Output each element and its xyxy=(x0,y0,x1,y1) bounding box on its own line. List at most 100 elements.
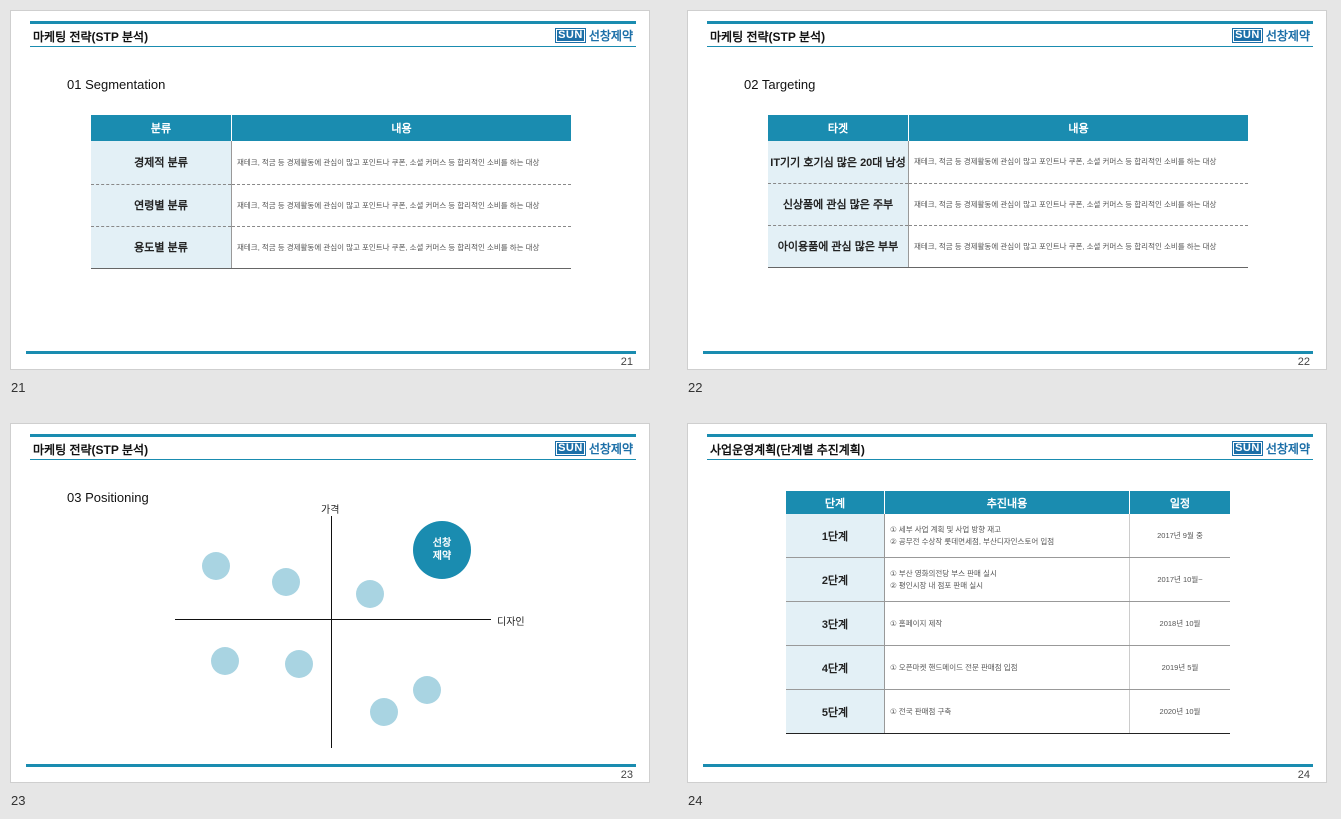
row-key: 아이용품에 관심 많은 부부 xyxy=(768,225,909,268)
company-logo: SUN 선창제약 xyxy=(1232,440,1310,457)
logo-name: 선창제약 xyxy=(1265,442,1310,456)
content-item: ② 평인시장 내 점포 판매 실시 xyxy=(890,580,984,590)
top-accent-bar xyxy=(707,21,1313,24)
bottom-accent-bar xyxy=(26,351,636,354)
section-heading: 03 Positioning xyxy=(67,490,149,505)
stage-content: ① 홈페이지 제작 xyxy=(884,601,1130,646)
competitor-dot xyxy=(356,580,384,608)
logo-name: 선창제약 xyxy=(588,29,633,43)
stage-content: ① 세부 사업 계획 및 사업 방향 재고 ② 공무전 수상작 롯데면세점, 부… xyxy=(884,514,1130,558)
x-axis xyxy=(175,619,491,620)
row-key: IT기기 호기심 많은 20대 남성 xyxy=(768,141,909,184)
page-number: 24 xyxy=(1297,769,1310,781)
stage-content: ① 부산 영화의전당 부스 판매 실시 ② 평인시장 내 점포 판매 실시 xyxy=(884,557,1130,602)
competitor-dot xyxy=(370,698,398,726)
x-axis-label: 디자인 xyxy=(497,617,525,628)
company-logo: SUN 선창제약 xyxy=(555,27,633,44)
top-accent-bar xyxy=(30,21,636,24)
row-key: 신상품에 관심 많은 주부 xyxy=(768,183,909,226)
competitor-dot xyxy=(272,568,300,596)
page-number: 21 xyxy=(620,356,633,368)
logo-box: SUN xyxy=(555,28,586,43)
table-header: 일정 xyxy=(1129,491,1230,514)
targeting-table: 타겟 내용 IT기기 호기심 많은 20대 남성 재테크, 적금 등 경제활동에… xyxy=(768,115,1248,268)
table-row: 3단계 ① 홈페이지 제작 2018년 10월 xyxy=(786,601,1230,646)
table-row: 1단계 ① 세부 사업 계획 및 사업 방향 재고 ② 공무전 수상작 롯데면세… xyxy=(786,514,1230,558)
competitor-dot xyxy=(285,650,313,678)
plan-table: 단계 추진내용 일정 1단계 ① 세부 사업 계획 및 사업 방향 재고 ② 공… xyxy=(786,491,1230,734)
row-value: 재테크, 적금 등 경제활동에 관심이 많고 포인트나 쿠폰, 소셜 커머스 등… xyxy=(231,226,571,269)
company-logo: SUN 선창제약 xyxy=(1232,27,1310,44)
content-item: ① 부산 영화의전당 부스 판매 실시 xyxy=(890,568,997,578)
logo-box: SUN xyxy=(555,441,586,456)
y-axis-label: 가격 xyxy=(321,505,340,516)
row-key: 연령별 분류 xyxy=(91,184,232,227)
page-number: 23 xyxy=(620,769,633,781)
row-value: 재테크, 적금 등 경제활동에 관심이 많고 포인트나 쿠폰, 소셜 커머스 등… xyxy=(908,141,1248,184)
competitor-dot xyxy=(413,676,441,704)
stage-date: 2017년 9월 중 xyxy=(1129,514,1230,558)
competitor-dot xyxy=(211,647,239,675)
table-row: 4단계 ① 오픈마켓 핸드메이드 전문 판매점 입점 2019년 5월 xyxy=(786,645,1230,690)
title-divider xyxy=(707,46,1313,47)
slide-title: 사업운영계획(단계별 추진계획) xyxy=(710,443,865,457)
table-header: 추진내용 xyxy=(884,491,1130,514)
logo-box: SUN xyxy=(1232,28,1263,43)
table-header: 내용 xyxy=(231,115,571,141)
slide-title: 마케팅 전략(STP 분석) xyxy=(710,30,826,44)
row-key: 용도별 분류 xyxy=(91,226,232,269)
table-header: 타겟 xyxy=(768,115,909,141)
stage-label: 1단계 xyxy=(786,514,885,558)
stage-date: 2018년 10월 xyxy=(1129,601,1230,646)
logo-box: SUN xyxy=(1232,441,1263,456)
slide-thumbnail-21[interactable]: 마케팅 전략(STP 분석) SUN 선창제약 01 Segmentation … xyxy=(10,10,650,370)
stage-label: 4단계 xyxy=(786,645,885,690)
table-header: 내용 xyxy=(908,115,1248,141)
row-value: 재테크, 적금 등 경제활동에 관심이 많고 포인트나 쿠폰, 소셜 커머스 등… xyxy=(908,183,1248,226)
table-header: 단계 xyxy=(786,491,885,514)
content-item: ① 전국 판매점 구축 xyxy=(890,706,952,716)
table-header: 분류 xyxy=(91,115,232,141)
page-number: 22 xyxy=(1297,356,1310,368)
row-key: 경제적 분류 xyxy=(91,141,232,185)
stage-label: 3단계 xyxy=(786,601,885,646)
section-heading: 02 Targeting xyxy=(744,77,816,92)
slide-index: 22 xyxy=(688,380,703,395)
bottom-accent-bar xyxy=(26,764,636,767)
slide-index: 24 xyxy=(688,793,703,808)
slide-thumbnail-24[interactable]: 사업운영계획(단계별 추진계획) SUN 선창제약 단계 추진내용 일정 1단계… xyxy=(687,423,1327,783)
segmentation-table: 분류 내용 경제적 분류 재테크, 적금 등 경제활동에 관심이 많고 포인트나… xyxy=(91,115,571,269)
company-logo: SUN 선창제약 xyxy=(555,440,633,457)
company-position-dot: 선창 제약 xyxy=(413,521,471,579)
slide-thumbnail-23[interactable]: 마케팅 전략(STP 분석) SUN 선창제약 03 Positioning 가… xyxy=(10,423,650,783)
slide-index: 23 xyxy=(11,793,26,808)
slide-title: 마케팅 전략(STP 분석) xyxy=(33,30,149,44)
competitor-dot xyxy=(202,552,230,580)
slide-title: 마케팅 전략(STP 분석) xyxy=(33,443,149,457)
title-divider xyxy=(30,459,636,460)
table-row: 5단계 ① 전국 판매점 구축 2020년 10월 xyxy=(786,689,1230,734)
stage-label: 2단계 xyxy=(786,557,885,602)
stage-date: 2017년 10월~ xyxy=(1129,557,1230,602)
content-item: ① 홈페이지 제작 xyxy=(890,618,943,628)
table-row: 2단계 ① 부산 영화의전당 부스 판매 실시 ② 평인시장 내 점포 판매 실… xyxy=(786,557,1230,602)
section-heading: 01 Segmentation xyxy=(67,77,166,92)
stage-label: 5단계 xyxy=(786,689,885,734)
slide-thumbnail-22[interactable]: 마케팅 전략(STP 분석) SUN 선창제약 02 Targeting 타겟 … xyxy=(687,10,1327,370)
title-divider xyxy=(707,459,1313,460)
content-item: ① 오픈마켓 핸드메이드 전문 판매점 입점 xyxy=(890,662,1018,672)
stage-date: 2019년 5월 xyxy=(1129,645,1230,690)
stage-content: ① 전국 판매점 구축 xyxy=(884,689,1130,734)
stage-date: 2020년 10월 xyxy=(1129,689,1230,734)
title-divider xyxy=(30,46,636,47)
bottom-accent-bar xyxy=(703,764,1313,767)
top-accent-bar xyxy=(30,434,636,437)
row-value: 재테크, 적금 등 경제활동에 관심이 많고 포인트나 쿠폰, 소셜 커머스 등… xyxy=(231,141,571,185)
content-item: ① 세부 사업 계획 및 사업 방향 재고 xyxy=(890,524,1002,534)
logo-name: 선창제약 xyxy=(1265,29,1310,43)
row-value: 재테크, 적금 등 경제활동에 관심이 많고 포인트나 쿠폰, 소셜 커머스 등… xyxy=(231,184,571,227)
row-value: 재테크, 적금 등 경제활동에 관심이 많고 포인트나 쿠폰, 소셜 커머스 등… xyxy=(908,225,1248,268)
content-item: ② 공무전 수상작 롯데면세점, 부산디자인스토어 입점 xyxy=(890,536,1055,546)
slide-index: 21 xyxy=(11,380,26,395)
stage-content: ① 오픈마켓 핸드메이드 전문 판매점 입점 xyxy=(884,645,1130,690)
